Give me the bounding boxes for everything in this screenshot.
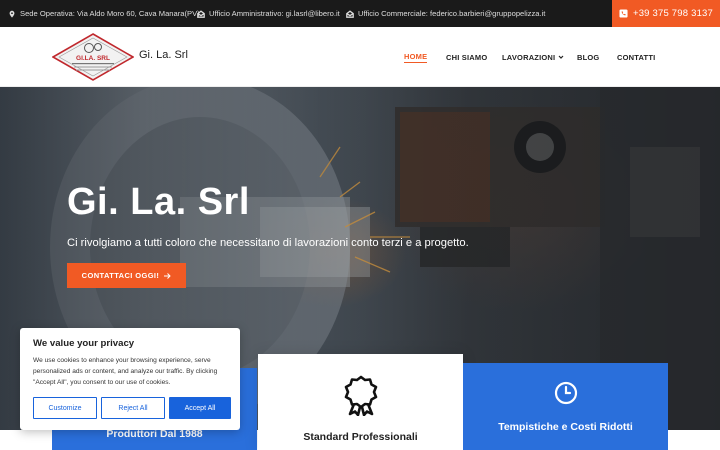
nav-home-label[interactable]: HOME	[404, 52, 428, 63]
phone-number[interactable]: +39 375 798 3137	[633, 8, 713, 19]
contact-cta-label[interactable]: CONTATTACI OGGI!	[82, 271, 160, 280]
admin-email-text[interactable]: Ufficio Amministrativo: gi.lasrl@libero.…	[209, 9, 340, 18]
top-bar: Sede Operativa: Via Aldo Moro 60, Cava M…	[0, 0, 720, 27]
envelope-open-icon	[346, 9, 354, 18]
map-pin-icon	[9, 10, 15, 18]
contact-cta-button[interactable]: CONTATTACI OGGI!	[67, 263, 186, 288]
svg-text:GI.LA. SRL: GI.LA. SRL	[76, 55, 110, 62]
nav-chi-siamo-label[interactable]: CHI SIAMO	[446, 53, 487, 62]
company-logo[interactable]: GI.LA. SRL	[51, 33, 135, 81]
cookie-text: We use cookies to enhance your browsing …	[33, 357, 218, 386]
feature-title-timing: Tempistiche e Costi Ridotti	[498, 421, 633, 433]
nav-blog[interactable]: BLOG	[577, 27, 599, 87]
accept-all-button[interactable]: Accept All	[169, 397, 231, 419]
customize-button[interactable]: Customize	[33, 397, 97, 419]
cookie-buttons: Customize Reject All Accept All	[33, 397, 231, 419]
address-info: Sede Operativa: Via Aldo Moro 60, Cava M…	[8, 0, 200, 27]
feature-title-standards: Standard Professionali	[303, 431, 418, 443]
commercial-email-text[interactable]: Ufficio Commerciale: federico.barbieri@g…	[358, 9, 545, 18]
hero-subtitle: Ci rivolgiamo a tutti coloro che necessi…	[67, 237, 469, 249]
chevron-down-icon[interactable]	[558, 54, 564, 60]
phone-button[interactable]: +39 375 798 3137	[612, 0, 720, 27]
nav-home[interactable]: HOME	[404, 27, 428, 87]
cookie-title: We value your privacy	[33, 338, 135, 349]
arrow-right-icon	[164, 272, 172, 279]
site-header: GI.LA. SRL Gi. La. Srl HOME CHI SIAMO LA…	[0, 27, 720, 87]
nav-contatti[interactable]: CONTATTI	[617, 27, 655, 87]
feature-card-timing: Tempistiche e Costi Ridotti	[463, 363, 668, 450]
clock-icon	[554, 381, 577, 405]
hero-title: Gi. La. Srl	[67, 181, 250, 223]
address-text: Sede Operativa: Via Aldo Moro 60, Cava M…	[20, 9, 200, 18]
nav-lavorazioni[interactable]: LAVORAZIONI	[502, 27, 564, 87]
phone-square-icon	[619, 9, 628, 18]
envelope-open-icon	[197, 9, 205, 18]
reject-all-button[interactable]: Reject All	[101, 397, 165, 419]
nav-blog-label[interactable]: BLOG	[577, 53, 599, 62]
brand-name[interactable]: Gi. La. Srl	[139, 49, 188, 61]
nav-chi-siamo[interactable]: CHI SIAMO	[446, 27, 487, 87]
commercial-email-info[interactable]: Ufficio Commerciale: federico.barbieri@g…	[346, 0, 545, 27]
admin-email-info[interactable]: Ufficio Amministrativo: gi.lasrl@libero.…	[197, 0, 340, 27]
feature-card-standards: Standard Professionali	[258, 354, 463, 450]
nav-contatti-label[interactable]: CONTATTI	[617, 53, 655, 62]
nav-lavorazioni-label[interactable]: LAVORAZIONI	[502, 53, 555, 62]
cookie-consent-banner: We value your privacy We use cookies to …	[20, 328, 240, 430]
award-ribbon-icon	[344, 375, 377, 416]
